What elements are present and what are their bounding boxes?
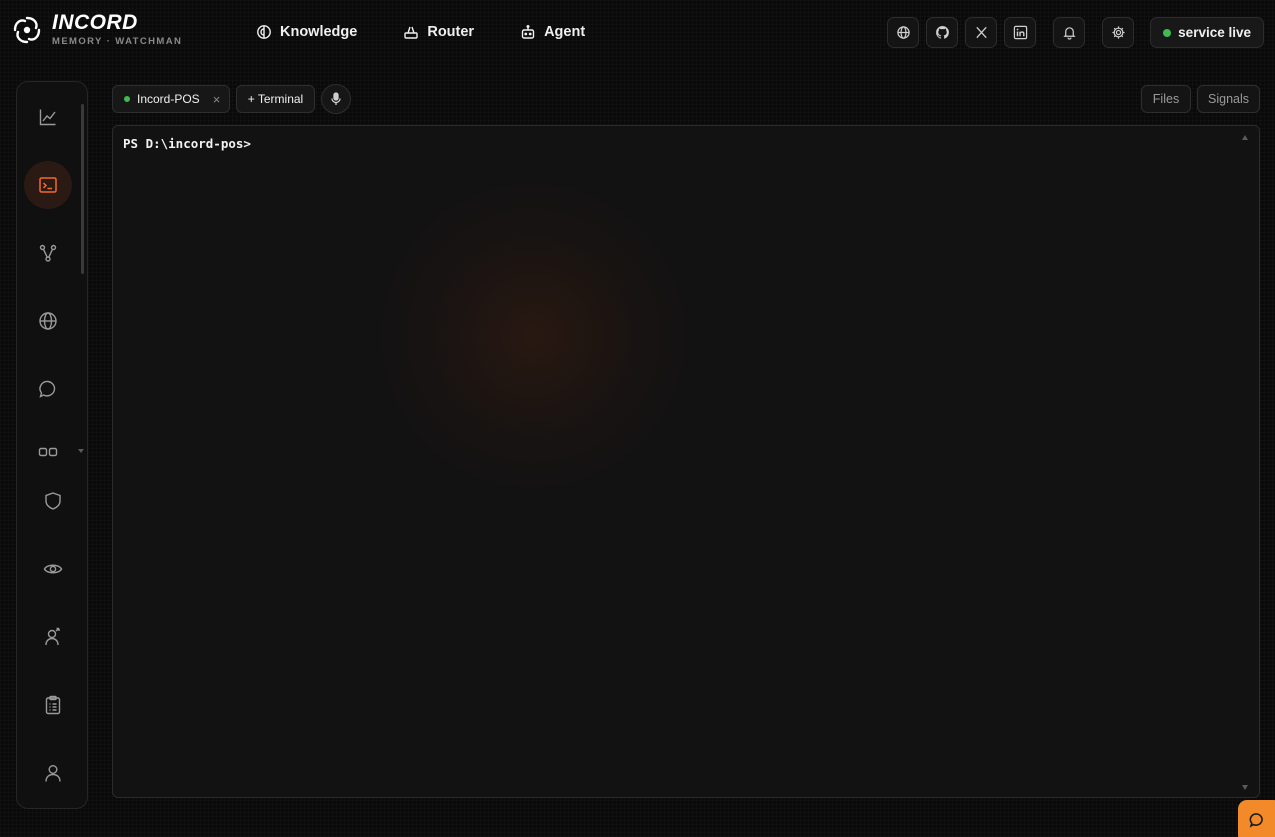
chat-launcher-button[interactable] xyxy=(1238,800,1275,837)
chat-icon xyxy=(1249,813,1263,828)
linkedin-icon xyxy=(1013,25,1027,40)
sidebar-item-web[interactable] xyxy=(24,297,72,345)
top-header: INCORD MEMORY · WATCHMAN Knowledge Route… xyxy=(0,0,1275,64)
github-icon xyxy=(935,25,949,39)
nav-knowledge[interactable]: Knowledge xyxy=(256,20,357,44)
swirl-logo-icon xyxy=(13,16,41,43)
files-button[interactable]: Files xyxy=(1141,85,1191,113)
router-icon xyxy=(404,26,419,39)
brand[interactable]: INCORD MEMORY · WATCHMAN xyxy=(12,12,182,47)
tab-session-label: Incord-POS xyxy=(137,92,200,106)
nav-knowledge-label: Knowledge xyxy=(280,24,358,40)
chat-bubble-icon xyxy=(39,380,56,398)
microphone-button[interactable] xyxy=(321,84,351,114)
microphone-icon xyxy=(331,92,341,105)
gear-icon xyxy=(1112,26,1125,39)
sidebar-item-profile[interactable] xyxy=(29,749,77,797)
shield-icon xyxy=(45,492,61,510)
session-status-dot xyxy=(124,96,130,102)
bell-icon xyxy=(1063,27,1076,40)
eye-icon xyxy=(43,564,63,574)
grid-icon xyxy=(38,447,58,457)
terminal-prompt: PS D:\incord-pos> xyxy=(123,136,251,151)
sidebar xyxy=(16,81,88,809)
globe-button[interactable] xyxy=(887,17,920,48)
sidebar-item-watch[interactable] xyxy=(29,545,77,593)
close-icon[interactable]: × xyxy=(213,92,221,107)
github-button[interactable] xyxy=(926,17,959,48)
linkedin-button[interactable] xyxy=(1004,17,1037,48)
brand-name: INCORD xyxy=(52,11,138,34)
globe-icon xyxy=(896,26,910,39)
x-twitter-icon xyxy=(975,26,987,39)
brand-subtitle: MEMORY · WATCHMAN xyxy=(52,36,183,47)
x-twitter-button[interactable] xyxy=(965,17,998,48)
globe-icon xyxy=(39,312,57,330)
nav-agent-label: Agent xyxy=(544,24,586,40)
sidebar-item-terminal[interactable] xyxy=(24,161,72,209)
service-status-badge[interactable]: service live xyxy=(1150,17,1264,48)
user-icon xyxy=(45,765,61,782)
sidebar-item-tasks[interactable] xyxy=(29,681,77,729)
sidebar-item-analytics[interactable] xyxy=(24,93,72,141)
sidebar-item-apps[interactable] xyxy=(24,428,72,476)
status-dot xyxy=(1163,28,1172,37)
user-plus-icon xyxy=(45,627,60,646)
scroll-down-arrow-icon[interactable] xyxy=(1242,785,1248,790)
sidebar-scrollbar[interactable] xyxy=(81,104,84,274)
chart-line-icon xyxy=(39,109,56,126)
brain-icon xyxy=(257,25,271,39)
notifications-button[interactable] xyxy=(1053,17,1086,48)
sidebar-item-chat[interactable] xyxy=(24,365,72,413)
header-actions: service live xyxy=(887,17,1264,48)
new-terminal-button[interactable]: + Terminal xyxy=(236,85,315,113)
sidebar-item-security[interactable] xyxy=(29,477,77,525)
settings-button[interactable] xyxy=(1102,17,1135,48)
service-status-label: service live xyxy=(1178,25,1251,40)
signals-button[interactable]: Signals xyxy=(1197,85,1260,113)
nav-router[interactable]: Router xyxy=(403,20,474,44)
terminal-panel[interactable]: PS D:\incord-pos> xyxy=(112,125,1260,798)
scroll-up-arrow-icon[interactable] xyxy=(1242,135,1248,140)
tab-terminal-session[interactable]: Incord-POS × xyxy=(112,85,230,113)
sidebar-item-workflows[interactable] xyxy=(24,229,72,277)
terminal-icon xyxy=(39,177,57,193)
nav-agent[interactable]: Agent xyxy=(520,20,585,44)
sidebar-item-agents[interactable] xyxy=(29,613,77,661)
robot-icon xyxy=(521,25,535,39)
clipboard-icon xyxy=(45,695,61,715)
chevron-down-icon[interactable] xyxy=(78,449,84,453)
nav-router-label: Router xyxy=(427,24,475,40)
main-nav: Knowledge Router Agent xyxy=(256,20,585,44)
branch-icon xyxy=(39,244,57,262)
